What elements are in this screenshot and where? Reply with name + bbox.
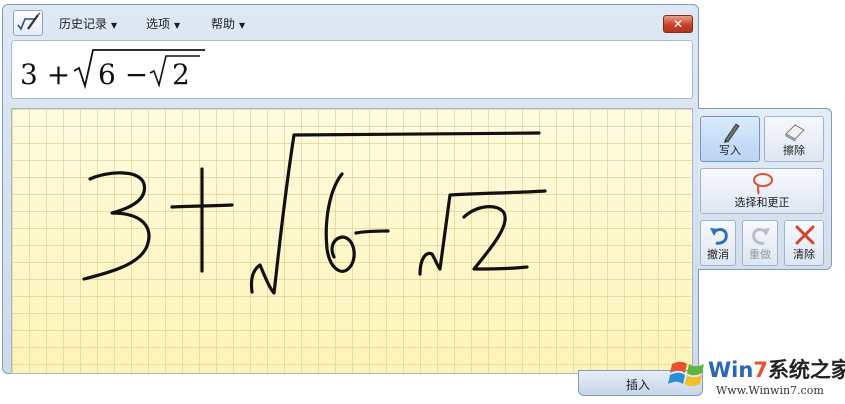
undo-icon xyxy=(710,228,728,245)
preview-inner-b: 2 xyxy=(172,58,190,91)
redo-icon xyxy=(752,228,770,245)
chevron-down-icon: ▼ xyxy=(111,21,118,30)
windows-logo-icon xyxy=(668,361,704,387)
clear-label: 清除 xyxy=(793,248,815,261)
watermark-brand: Win7系统之家 xyxy=(708,354,845,384)
menu-options-label: 选项 xyxy=(146,17,171,31)
menu-help-label: 帮助 xyxy=(211,17,236,31)
erase-button[interactable]: 擦除 xyxy=(764,116,824,162)
pen-icon xyxy=(724,123,740,143)
undo-button[interactable]: 撤消 xyxy=(700,220,736,266)
watermark: Win7系统之家 Www.Winwin7.com xyxy=(660,348,845,404)
write-label: 写入 xyxy=(719,144,741,157)
eraser-icon xyxy=(785,124,805,142)
menu-history[interactable]: 历史记录 ▼ xyxy=(59,15,117,32)
clear-x-icon xyxy=(795,225,815,245)
close-button[interactable]: ✕ xyxy=(663,15,693,33)
chevron-down-icon: ▼ xyxy=(239,21,246,30)
undo-label: 撤消 xyxy=(707,248,729,261)
watermark-url: Www.Winwin7.com xyxy=(716,384,824,397)
preview-lead: 3 + xyxy=(20,58,70,91)
erase-label: 擦除 xyxy=(783,144,805,157)
menu-history-label: 历史记录 xyxy=(59,17,108,31)
tool-panel: 写入 擦除 选择和更正 撤消 重做 清除 xyxy=(698,108,832,270)
recognition-preview: 3 + 6 − 2 xyxy=(11,40,693,99)
math-input-window: 历史记录 ▼ 选项 ▼ 帮助 ▼ ✕ 3 + 6 − 2 xyxy=(2,4,699,374)
select-and-correct-label: 选择和更正 xyxy=(734,196,790,209)
handwriting-strokes xyxy=(82,131,547,295)
redo-button[interactable]: 重做 xyxy=(742,220,778,266)
writing-pad[interactable] xyxy=(11,108,693,374)
watermark-brand-number: 7 xyxy=(753,358,768,382)
menu-options[interactable]: 选项 ▼ xyxy=(146,15,180,32)
preview-formula: 3 + 6 − 2 xyxy=(20,49,205,91)
math-input-app-icon[interactable] xyxy=(13,10,43,36)
lasso-icon xyxy=(753,173,773,195)
clear-button[interactable]: 清除 xyxy=(784,220,824,266)
redo-label: 重做 xyxy=(749,248,771,261)
watermark-brand-cn: 系统之家 xyxy=(767,358,845,382)
preview-inner-a: 6 − xyxy=(98,58,148,91)
close-icon: ✕ xyxy=(672,17,684,31)
insert-label: 插入 xyxy=(626,378,651,392)
titlebar: 历史记录 ▼ 选项 ▼ 帮助 ▼ ✕ xyxy=(3,5,698,39)
write-button[interactable]: 写入 xyxy=(700,116,760,162)
menu-help[interactable]: 帮助 ▼ xyxy=(211,15,245,32)
select-and-correct-button[interactable]: 选择和更正 xyxy=(700,168,824,214)
chevron-down-icon: ▼ xyxy=(174,21,181,30)
watermark-brand-prefix: Win xyxy=(708,358,754,382)
